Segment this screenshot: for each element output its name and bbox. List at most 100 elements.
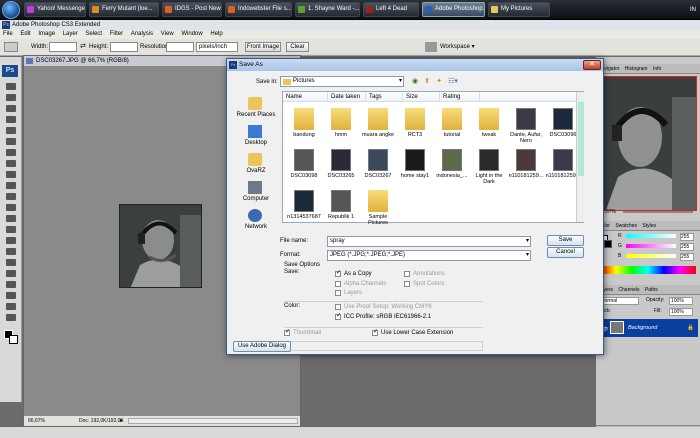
file-item[interactable]: Republik 1 [322,188,360,229]
column-name[interactable]: Name [283,92,328,102]
color-channel-slider[interactable] [626,244,676,248]
color-channel-slider[interactable] [626,254,676,258]
column-date-taken[interactable]: Date taken [328,92,366,102]
navigator-zoom-slider[interactable] [623,211,693,213]
color-channel-value[interactable]: 255 [680,253,694,261]
notes-tool-icon[interactable] [6,281,16,288]
background-swatch[interactable] [604,240,612,248]
column-size[interactable]: Size [403,92,440,102]
path-select-tool-icon[interactable] [6,259,16,266]
history-brush-tool-icon[interactable] [6,182,16,189]
color-channel-slider[interactable] [626,234,676,238]
save-in-select[interactable]: Pictures ▾ [280,76,404,87]
menu-layer[interactable]: Layer [60,30,81,39]
taskbar-button[interactable]: Yahoo! Messenger [24,2,86,17]
zoom-tool-icon[interactable] [6,314,16,321]
file-name-input[interactable]: spray ▾ [327,236,531,247]
move-tool-icon[interactable] [6,83,16,90]
taskbar-button[interactable]: Ferry Mutant (loe... [89,2,159,17]
eraser-tool-icon[interactable] [6,193,16,200]
file-item[interactable]: tweak [470,106,508,147]
column-rating[interactable]: Rating [440,92,480,102]
taskbar-button[interactable]: My Pictures [488,2,550,17]
menu-window[interactable]: Window [178,30,205,39]
file-item[interactable]: bandung [285,106,323,147]
alpha-channels-checkbox[interactable]: Alpha Channels [335,281,386,288]
taskbar-button[interactable]: Indowebster File s... [225,2,292,17]
file-item[interactable]: DSC03098 [285,147,323,188]
format-select[interactable]: JPEG (*.JPG;*.JPEG;*.JPE) ▾ [327,250,531,261]
status-arrow-icon[interactable]: ▸ [120,416,123,426]
marquee-tool-icon[interactable] [6,94,16,101]
cancel-button[interactable]: Cancel [547,247,584,258]
opacity-field[interactable]: 100% [669,297,693,305]
color-channel-value[interactable]: 255 [680,243,694,251]
file-item[interactable]: indonesia_... [433,147,471,188]
file-item[interactable]: n110181259... [507,147,545,188]
crop-tool-icon[interactable] [6,127,16,134]
views-menu-icon[interactable]: ☷▾ [446,76,460,87]
menu-filter[interactable]: Filter [107,30,126,39]
place-network[interactable]: Network [232,209,280,239]
lower-case-extension-checkbox[interactable]: Use Lower Case Extension [372,329,453,337]
menu-select[interactable]: Select [82,30,105,39]
back-icon[interactable]: ◉ [410,76,420,87]
icc-profile-checkbox[interactable]: ICC Profile: sRGB IEC61966-2.1 [335,313,431,321]
photoshop-logo-icon[interactable]: Ps [2,65,18,77]
taskbar-button[interactable]: Adobe Photoshop... [422,2,485,17]
width-field[interactable] [49,42,77,52]
workspace-menu[interactable]: Workspace ▾ [440,42,475,52]
blur-tool-icon[interactable] [6,215,16,222]
use-adobe-dialog-button[interactable]: Use Adobe Dialog [233,341,291,352]
height-field[interactable] [110,42,138,52]
file-item[interactable]: Dante, Aufar, Nero [507,106,545,147]
file-item[interactable]: Sample Pictures [359,188,397,229]
column-tags[interactable]: Tags [366,92,403,102]
menu-view[interactable]: View [158,30,177,39]
menu-edit[interactable]: Edit [17,30,33,39]
annotations-checkbox[interactable]: Annotations [404,271,445,278]
clear-button[interactable]: Clear [286,42,309,52]
save-button[interactable]: Save [547,235,584,246]
hand-tool-icon[interactable] [6,303,16,310]
eyedropper-tool-icon[interactable] [6,292,16,299]
color-channel-value[interactable]: 255 [680,233,694,241]
place-computer[interactable]: Computer [232,181,280,211]
stamp-tool-icon[interactable] [6,171,16,178]
file-item[interactable]: home stay1 [396,147,434,188]
dodge-tool-icon[interactable] [6,226,16,233]
front-image-button[interactable]: Front Image [245,42,281,52]
tab-swatches[interactable]: Swatches [613,223,639,229]
menu-help[interactable]: Help [207,30,225,39]
start-button[interactable] [2,1,20,19]
place-desktop[interactable]: Desktop [232,125,280,155]
gradient-tool-icon[interactable] [6,204,16,211]
dialog-title-bar[interactable]: Ps Save As ✕ [227,59,603,71]
resolution-field[interactable] [166,42,194,52]
place-recent-places[interactable]: Recent Places [232,97,280,127]
taskbar-button[interactable]: IDGS - Post New T... [162,2,222,17]
file-item[interactable]: DSC03267 [359,147,397,188]
tab-paths[interactable]: Paths [643,287,660,293]
place-ovarz[interactable]: OvaRZ [232,153,280,183]
fill-field[interactable]: 100% [669,308,693,316]
healing-tool-icon[interactable] [6,149,16,156]
taskbar-button[interactable]: Left 4 Dead [363,2,419,17]
layers-checkbox[interactable]: Layers [335,290,362,297]
menu-image[interactable]: Image [35,30,58,39]
tab-styles[interactable]: Styles [640,223,658,229]
file-item[interactable]: muara angke [359,106,397,147]
shape-tool-icon[interactable] [6,270,16,277]
file-item[interactable]: n1314537687 [285,188,323,229]
swap-icon[interactable]: ⇄ [80,42,86,50]
file-item[interactable]: RCT3 [396,106,434,147]
brush-tool-icon[interactable] [6,160,16,167]
background-color-icon[interactable] [9,335,18,344]
new-folder-icon[interactable]: ✦ [434,76,444,87]
file-item[interactable]: hmm [322,106,360,147]
chevron-down-icon[interactable]: ▾ [526,237,529,246]
file-item[interactable]: tutorial [433,106,471,147]
file-item[interactable]: DSC03265 [322,147,360,188]
layer-row-background[interactable]: 👁 Background 🔒 [598,319,698,337]
taskbar-button[interactable]: 1. Shayne Ward -... [295,2,360,17]
